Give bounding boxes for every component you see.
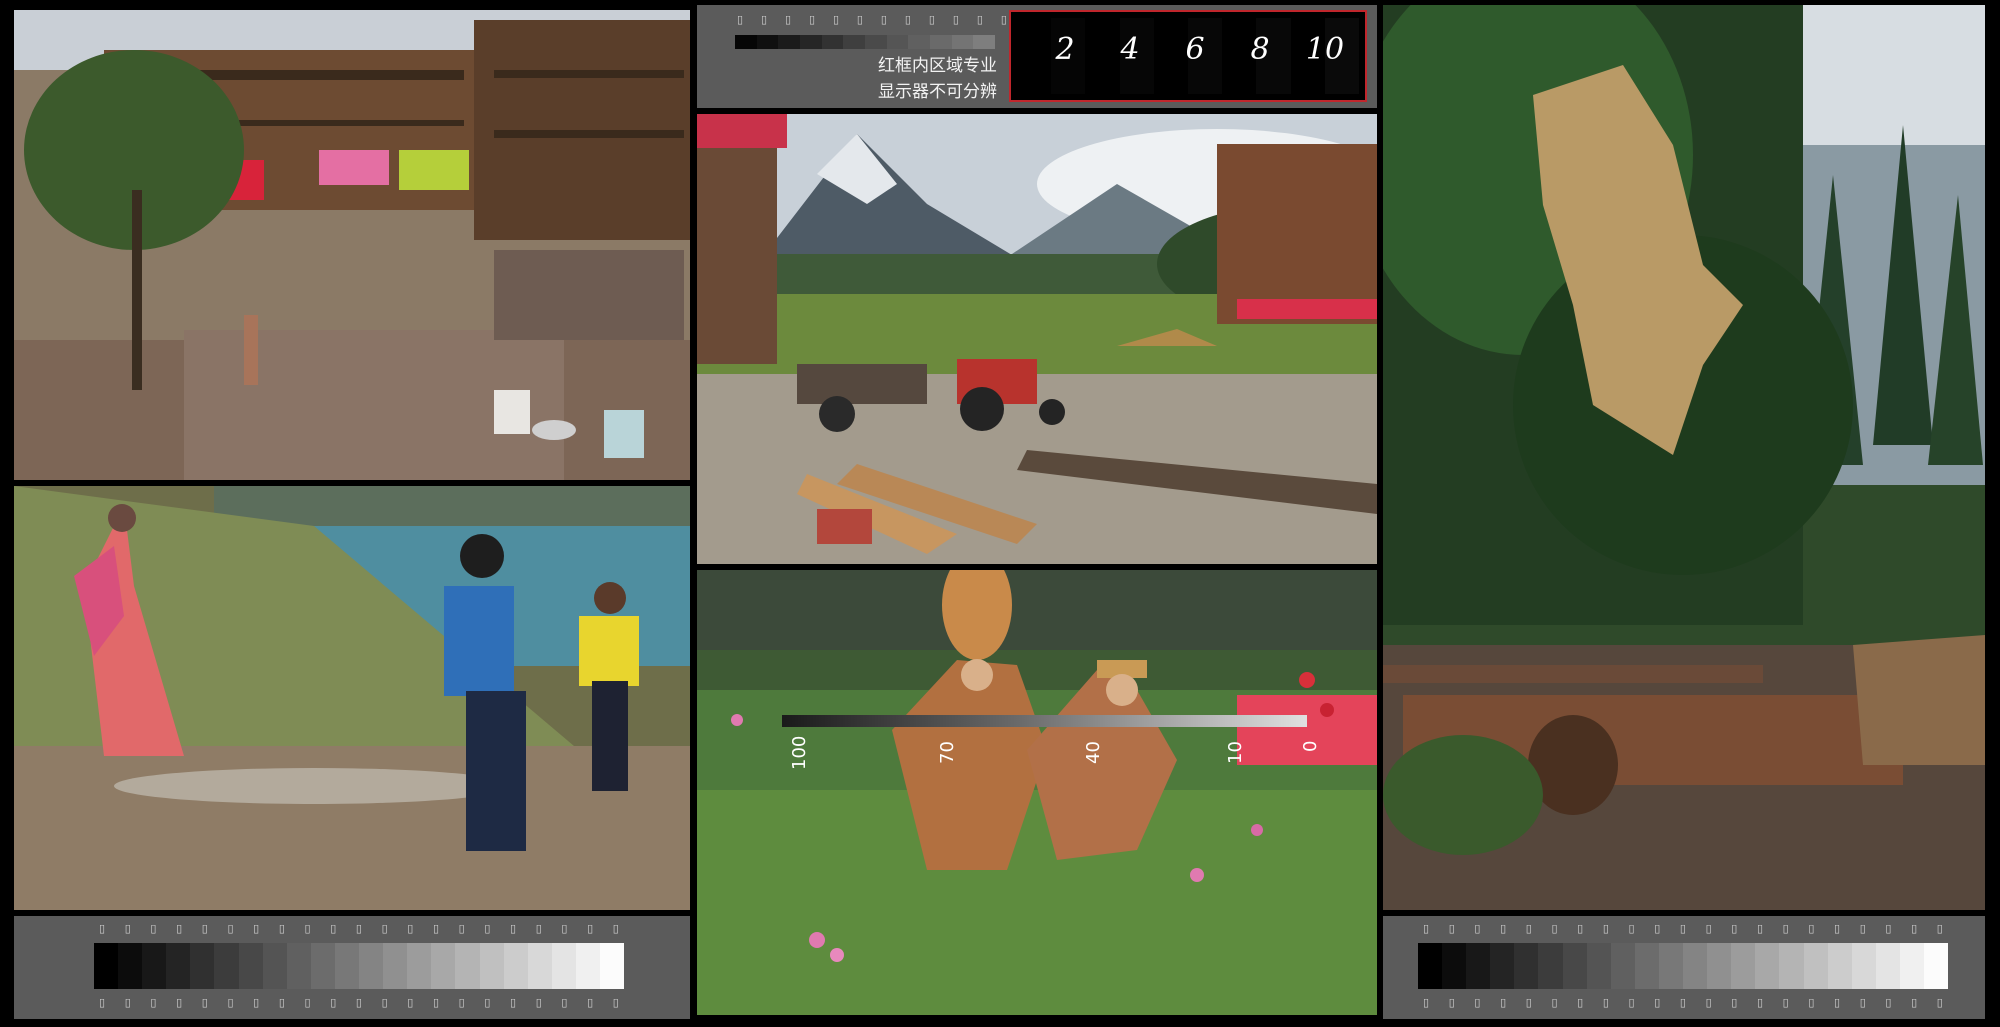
village-courtyard-photo — [14, 10, 690, 480]
mini-gray-gradient — [735, 35, 996, 49]
calibration-panel-top: ▯ ▯ ▯ ▯ ▯ ▯ ▯ ▯ ▯ ▯ ▯ ▯ 红框内区域专业 显示器不可分辨 2 4 6 8 10 — [697, 5, 1377, 108]
dark-step-label: 10 — [1305, 32, 1345, 67]
grayscale-panel-left: ▯ ▯ ▯ ▯ ▯ ▯ ▯ ▯ ▯ ▯ ▯ ▯ ▯ ▯ ▯ ▯ ▯ ▯ ▯ ▯ ▯ ▯ ▯ ▯ ▯ ▯ ▯ ▯ ▯ ▯ ▯ ▯ ▯ ▯ ▯ ▯ ▯ ▯ ▯… — [14, 916, 690, 1019]
meter-tick-label: 0 — [1300, 740, 1321, 752]
brightness-meter-bar — [782, 715, 1307, 727]
panel-glyph-row-top: ▯ ▯ ▯ ▯ ▯ ▯ ▯ ▯ ▯ ▯ ▯ ▯ ▯ ▯ ▯ ▯ ▯ ▯ ▯ ▯ ▯ — [1423, 922, 1943, 935]
panel-glyph-row: ▯ ▯ ▯ ▯ ▯ ▯ ▯ ▯ ▯ ▯ ▯ ▯ — [737, 13, 1007, 26]
grayscale-step-wedge — [1418, 943, 1949, 989]
red-frame-box: 2 4 6 8 10 — [1009, 10, 1367, 102]
costumed-pair-flowers-photo: 100 70 40 10 0 — [697, 570, 1377, 1015]
meter-tick-label: 10 — [1225, 741, 1246, 764]
dark-step-label: 2 — [1055, 32, 1075, 67]
dark-step-label: 6 — [1185, 32, 1205, 67]
grayscale-panel-right: ▯ ▯ ▯ ▯ ▯ ▯ ▯ ▯ ▯ ▯ ▯ ▯ ▯ ▯ ▯ ▯ ▯ ▯ ▯ ▯ ▯ ▯ ▯ ▯ ▯ ▯ ▯ ▯ ▯ ▯ ▯ ▯ ▯ ▯ ▯ ▯ ▯ ▯ ▯… — [1383, 916, 1985, 1019]
calibration-note-line2: 显示器不可分辨 — [878, 82, 997, 102]
meter-tick-label: 100 — [789, 735, 810, 770]
calibration-note: 红框内区域专业 显示器不可分辨 — [787, 53, 997, 105]
hillside-lake-people-photo — [14, 486, 690, 910]
dark-step-label: 8 — [1250, 32, 1270, 67]
panel-glyph-row-top: ▯ ▯ ▯ ▯ ▯ ▯ ▯ ▯ ▯ ▯ ▯ ▯ ▯ ▯ ▯ ▯ ▯ ▯ ▯ ▯ ▯ — [99, 922, 619, 935]
meter-tick-label: 40 — [1083, 741, 1104, 764]
mountain-valley-tractor-photo — [697, 114, 1377, 564]
panel-glyph-row-bottom: ▯ ▯ ▯ ▯ ▯ ▯ ▯ ▯ ▯ ▯ ▯ ▯ ▯ ▯ ▯ ▯ ▯ ▯ ▯ ▯ ▯ — [99, 996, 619, 1009]
dark-step-label: 4 — [1120, 32, 1140, 67]
meter-tick-label: 70 — [937, 741, 958, 764]
dark-step-labels: 2 4 6 8 10 — [1045, 32, 1345, 67]
grayscale-step-wedge — [94, 943, 625, 989]
hay-tree-log-photo — [1383, 5, 1985, 910]
panel-glyph-row-bottom: ▯ ▯ ▯ ▯ ▯ ▯ ▯ ▯ ▯ ▯ ▯ ▯ ▯ ▯ ▯ ▯ ▯ ▯ ▯ ▯ ▯ — [1423, 996, 1943, 1009]
calibration-note-line1: 红框内区域专业 — [878, 56, 997, 76]
